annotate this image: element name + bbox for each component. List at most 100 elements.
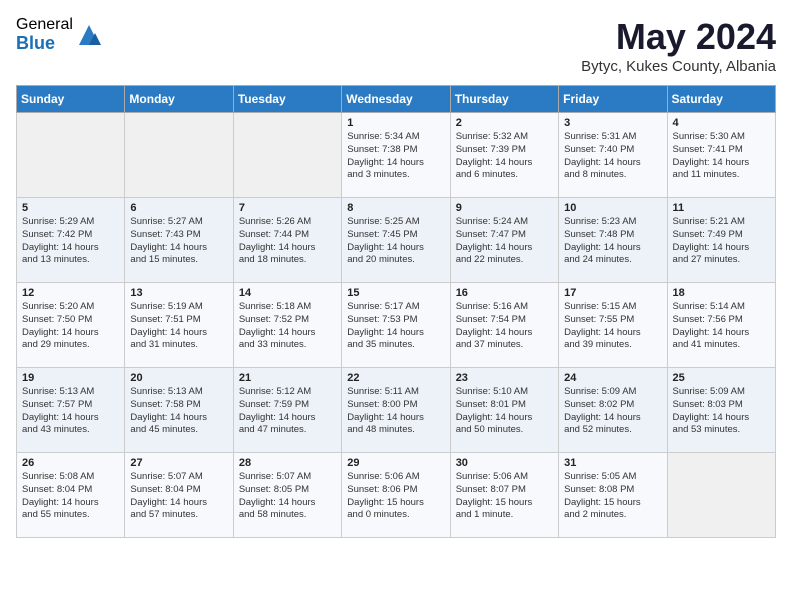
day-number: 30: [456, 457, 553, 469]
calendar-cell: 3 Sunrise: 5:31 AM Sunset: 7:40 PM Daylig…: [559, 113, 667, 198]
week-row-3: 12 Sunrise: 5:20 AM Sunset: 7:50 PM Dayli…: [17, 283, 776, 368]
calendar-cell: 19 Sunrise: 5:13 AM Sunset: 7:57 PM Dayli…: [17, 368, 125, 453]
calendar-cell: 21Sunrise: 5:12 AM Sunset: 7:59 PM Dayli…: [233, 368, 341, 453]
cell-content: Sunrise: 5:25 AM Sunset: 7:45 PM Dayligh…: [347, 216, 444, 267]
calendar-cell: [667, 453, 775, 538]
calendar-cell: 9 Sunrise: 5:24 AM Sunset: 7:47 PM Daylig…: [450, 198, 558, 283]
week-row-1: 1Sunrise: 5:34 AM Sunset: 7:38 PM Daylig…: [17, 113, 776, 198]
logo-blue: Blue: [16, 34, 73, 54]
calendar-cell: 2 Sunrise: 5:32 AM Sunset: 7:39 PM Daylig…: [450, 113, 558, 198]
cell-content: Sunrise: 5:30 AM Sunset: 7:41 PM Dayligh…: [673, 131, 770, 182]
logo: General Blue: [16, 16, 103, 53]
cell-content: Sunrise: 5:10 AM Sunset: 8:01 PM Dayligh…: [456, 386, 553, 437]
calendar-cell: 27 Sunrise: 5:07 AM Sunset: 8:04 PM Dayli…: [125, 453, 233, 538]
header-day-monday: Monday: [125, 86, 233, 113]
day-number: 17: [564, 287, 661, 299]
calendar-cell: 7Sunrise: 5:26 AM Sunset: 7:44 PM Daylig…: [233, 198, 341, 283]
cell-content: Sunrise: 5:32 AM Sunset: 7:39 PM Dayligh…: [456, 131, 553, 182]
calendar-cell: [17, 113, 125, 198]
day-number: 10: [564, 202, 661, 214]
day-number: 25: [673, 372, 770, 384]
day-number: 23: [456, 372, 553, 384]
calendar-cell: 20 Sunrise: 5:13 AM Sunset: 7:58 PM Dayli…: [125, 368, 233, 453]
calendar-cell: 13 Sunrise: 5:19 AM Sunset: 7:51 PM Dayli…: [125, 283, 233, 368]
header-day-friday: Friday: [559, 86, 667, 113]
cell-content: Sunrise: 5:29 AM Sunset: 7:42 PM Dayligh…: [22, 216, 119, 267]
day-number: 19: [22, 372, 119, 384]
calendar-cell: 17 Sunrise: 5:15 AM Sunset: 7:55 PM Dayli…: [559, 283, 667, 368]
day-number: 13: [130, 287, 227, 299]
day-number: 2: [456, 117, 553, 129]
day-number: 14: [239, 287, 336, 299]
calendar-cell: [125, 113, 233, 198]
cell-content: Sunrise: 5:14 AM Sunset: 7:56 PM Dayligh…: [673, 301, 770, 352]
cell-content: Sunrise: 5:11 AM Sunset: 8:00 PM Dayligh…: [347, 386, 444, 437]
day-number: 31: [564, 457, 661, 469]
calendar-cell: 28 Sunrise: 5:07 AM Sunset: 8:05 PM Dayli…: [233, 453, 341, 538]
calendar-cell: 1Sunrise: 5:34 AM Sunset: 7:38 PM Daylig…: [342, 113, 450, 198]
cell-content: Sunrise: 5:17 AM Sunset: 7:53 PM Dayligh…: [347, 301, 444, 352]
cell-content: Sunrise: 5:13 AM Sunset: 7:57 PM Dayligh…: [22, 386, 119, 437]
header-day-thursday: Thursday: [450, 86, 558, 113]
calendar-cell: 10 Sunrise: 5:23 AM Sunset: 7:48 PM Dayli…: [559, 198, 667, 283]
cell-content: Sunrise: 5:18 AM Sunset: 7:52 PM Dayligh…: [239, 301, 336, 352]
header-day-sunday: Sunday: [17, 86, 125, 113]
week-row-5: 26Sunrise: 5:08 AM Sunset: 8:04 PM Dayli…: [17, 453, 776, 538]
logo-general: General: [16, 16, 73, 34]
calendar-cell: 6 Sunrise: 5:27 AM Sunset: 7:43 PM Daylig…: [125, 198, 233, 283]
calendar-cell: 12 Sunrise: 5:20 AM Sunset: 7:50 PM Dayli…: [17, 283, 125, 368]
day-number: 21: [239, 372, 336, 384]
cell-content: Sunrise: 5:06 AM Sunset: 8:07 PM Dayligh…: [456, 471, 553, 522]
page-header: General Blue May 2024 Bytyc, Kukes Count…: [16, 16, 776, 75]
cell-content: Sunrise: 5:07 AM Sunset: 8:04 PM Dayligh…: [130, 471, 227, 522]
day-number: 11: [673, 202, 770, 214]
location: Bytyc, Kukes County, Albania: [581, 58, 776, 75]
logo-text: General Blue: [16, 16, 73, 53]
month-title: May 2024: [581, 16, 776, 58]
day-number: 8: [347, 202, 444, 214]
cell-content: Sunrise: 5:31 AM Sunset: 7:40 PM Dayligh…: [564, 131, 661, 182]
day-number: 29: [347, 457, 444, 469]
calendar-table: SundayMondayTuesdayWednesdayThursdayFrid…: [16, 85, 776, 538]
day-number: 20: [130, 372, 227, 384]
day-number: 28: [239, 457, 336, 469]
cell-content: Sunrise: 5:24 AM Sunset: 7:47 PM Dayligh…: [456, 216, 553, 267]
cell-content: Sunrise: 5:16 AM Sunset: 7:54 PM Dayligh…: [456, 301, 553, 352]
header-day-saturday: Saturday: [667, 86, 775, 113]
day-number: 15: [347, 287, 444, 299]
calendar-cell: 15 Sunrise: 5:17 AM Sunset: 7:53 PM Dayli…: [342, 283, 450, 368]
calendar-cell: 11Sunrise: 5:21 AM Sunset: 7:49 PM Dayli…: [667, 198, 775, 283]
calendar-cell: 4 Sunrise: 5:30 AM Sunset: 7:41 PM Daylig…: [667, 113, 775, 198]
day-number: 4: [673, 117, 770, 129]
header-row: SundayMondayTuesdayWednesdayThursdayFrid…: [17, 86, 776, 113]
week-row-4: 19 Sunrise: 5:13 AM Sunset: 7:57 PM Dayli…: [17, 368, 776, 453]
calendar-cell: 16 Sunrise: 5:16 AM Sunset: 7:54 PM Dayli…: [450, 283, 558, 368]
cell-content: Sunrise: 5:20 AM Sunset: 7:50 PM Dayligh…: [22, 301, 119, 352]
day-number: 9: [456, 202, 553, 214]
day-number: 18: [673, 287, 770, 299]
cell-content: Sunrise: 5:23 AM Sunset: 7:48 PM Dayligh…: [564, 216, 661, 267]
day-number: 27: [130, 457, 227, 469]
day-number: 16: [456, 287, 553, 299]
cell-content: Sunrise: 5:05 AM Sunset: 8:08 PM Dayligh…: [564, 471, 661, 522]
day-number: 24: [564, 372, 661, 384]
cell-content: Sunrise: 5:27 AM Sunset: 7:43 PM Dayligh…: [130, 216, 227, 267]
cell-content: Sunrise: 5:09 AM Sunset: 8:03 PM Dayligh…: [673, 386, 770, 437]
title-block: May 2024 Bytyc, Kukes County, Albania: [581, 16, 776, 75]
cell-content: Sunrise: 5:09 AM Sunset: 8:02 PM Dayligh…: [564, 386, 661, 437]
day-number: 3: [564, 117, 661, 129]
cell-content: Sunrise: 5:08 AM Sunset: 8:04 PM Dayligh…: [22, 471, 119, 522]
day-number: 12: [22, 287, 119, 299]
cell-content: Sunrise: 5:13 AM Sunset: 7:58 PM Dayligh…: [130, 386, 227, 437]
calendar-cell: [233, 113, 341, 198]
cell-content: Sunrise: 5:15 AM Sunset: 7:55 PM Dayligh…: [564, 301, 661, 352]
cell-content: Sunrise: 5:26 AM Sunset: 7:44 PM Dayligh…: [239, 216, 336, 267]
calendar-header: SundayMondayTuesdayWednesdayThursdayFrid…: [17, 86, 776, 113]
cell-content: Sunrise: 5:07 AM Sunset: 8:05 PM Dayligh…: [239, 471, 336, 522]
calendar-cell: 18 Sunrise: 5:14 AM Sunset: 7:56 PM Dayli…: [667, 283, 775, 368]
calendar-cell: 24 Sunrise: 5:09 AM Sunset: 8:02 PM Dayli…: [559, 368, 667, 453]
day-number: 22: [347, 372, 444, 384]
cell-content: Sunrise: 5:19 AM Sunset: 7:51 PM Dayligh…: [130, 301, 227, 352]
calendar-cell: 26Sunrise: 5:08 AM Sunset: 8:04 PM Dayli…: [17, 453, 125, 538]
day-number: 6: [130, 202, 227, 214]
